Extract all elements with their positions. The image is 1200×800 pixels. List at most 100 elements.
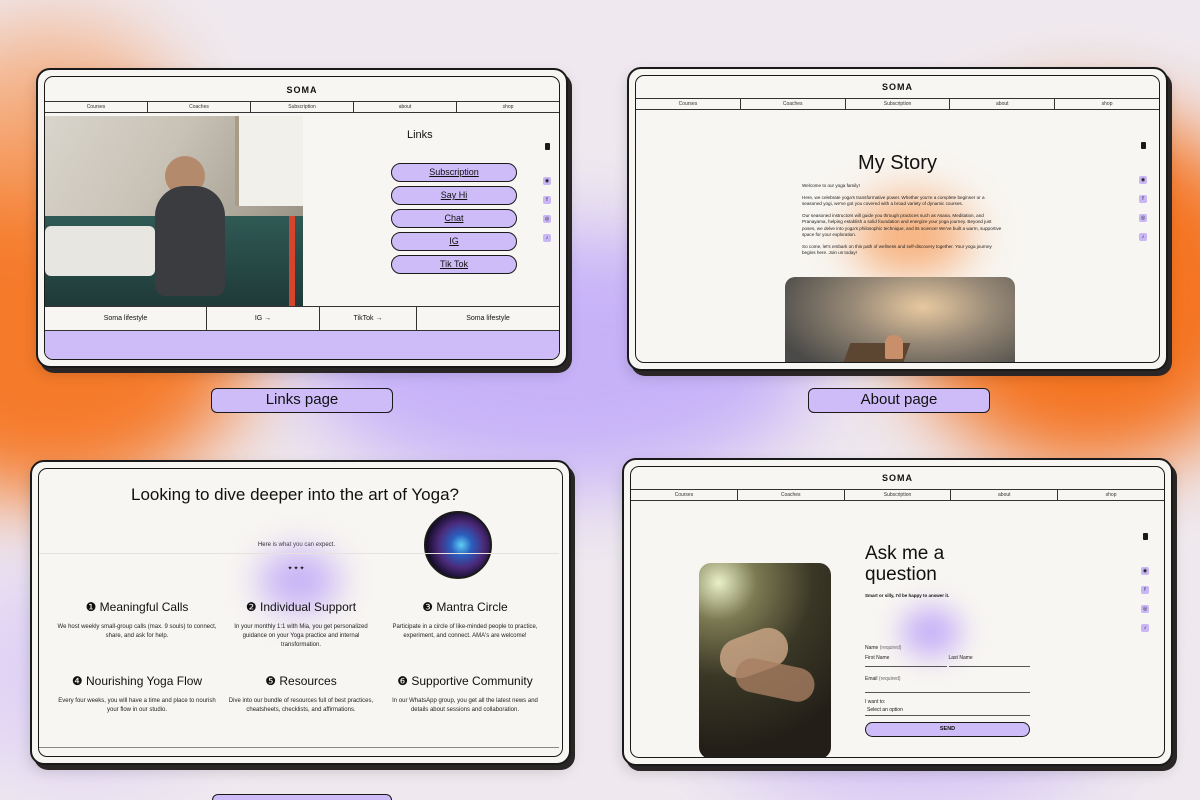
about-paragraph: Here, we celebrate yoga's transformative… — [802, 194, 985, 207]
tiktok-small-icon[interactable]: ♪ — [1139, 233, 1147, 241]
nav-subscription[interactable]: Subscription — [846, 99, 951, 109]
links-button-list: Subscription Say Hi Chat IG Tik Tok — [389, 163, 519, 278]
links-page-card: SOMA Courses Coaches Subscription about … — [36, 68, 568, 368]
hands-photo — [699, 563, 831, 757]
about-page-screen: SOMA Courses Coaches Subscription about … — [635, 75, 1160, 363]
feature-individual-support: ❷ Individual Support In your monthly 1:1… — [223, 600, 379, 650]
social-sidebar: ◉ f ◎ ♪ — [543, 143, 551, 242]
footer-soma-lifestyle-2[interactable]: Soma lifestyle — [417, 307, 559, 330]
feature-text: Every four weeks, you will have a time a… — [58, 698, 216, 713]
third-page-label[interactable] — [212, 794, 392, 800]
about-page-label[interactable]: About page — [808, 388, 990, 413]
pinterest-icon[interactable]: ◉ — [1141, 567, 1149, 575]
links-page-label[interactable]: Links page — [211, 388, 393, 413]
footer-soma-lifestyle[interactable]: Soma lifestyle — [45, 307, 207, 330]
feature-text: Participate in a circle of like-minded p… — [392, 624, 538, 639]
contact-form: Name (required) First Name Last Name Ema… — [865, 645, 1030, 737]
bottom-divider — [39, 747, 559, 748]
brand-logo[interactable]: SOMA — [45, 77, 559, 101]
nav-about[interactable]: about — [951, 490, 1059, 500]
feature-supportive-community: ❻ Supportive Community In our WhatsApp g… — [385, 674, 545, 715]
nav-coaches[interactable]: Coaches — [738, 490, 845, 500]
facebook-icon[interactable]: f — [1141, 586, 1149, 594]
feature-nourishing-yoga-flow: ❹ Nourishing Yoga Flow Every four weeks,… — [57, 674, 217, 715]
email-field[interactable] — [865, 682, 1030, 693]
links-footer: Soma lifestyle IG → TikTok → Soma lifest… — [45, 306, 559, 331]
facebook-icon[interactable]: f — [543, 196, 551, 204]
nav-courses[interactable]: Courses — [631, 490, 738, 500]
feature-title: ❷ Individual Support — [245, 600, 357, 614]
tiktok-icon[interactable] — [1140, 142, 1146, 149]
main-nav: Courses Coaches Subscription about shop — [636, 98, 1159, 110]
tiktok-link-button[interactable]: Tik Tok — [391, 255, 517, 274]
chat-link-button[interactable]: Chat — [391, 209, 517, 228]
feature-resources: ❺ Resources Dive into our bundle of reso… — [223, 674, 379, 715]
name-row: First Name Last Name — [865, 655, 1030, 673]
name-label: Name (required) — [865, 645, 902, 651]
feature-mantra-circle: ❸ Mantra Circle Participate in a circle … — [385, 600, 545, 641]
contact-title-line2: question — [865, 564, 937, 585]
feature-text: In your monthly 1:1 with Mia, you get pe… — [234, 624, 368, 648]
feature-text: We host weekly small-group calls (max. 9… — [57, 624, 217, 639]
feature-title: ❶ Meaningful Calls — [85, 600, 189, 614]
brand-logo[interactable]: SOMA — [636, 76, 1159, 98]
divider-line — [39, 553, 559, 554]
feature-text: In our WhatsApp group, you get all the l… — [392, 698, 538, 713]
instagram-icon[interactable]: ◎ — [543, 215, 551, 223]
links-footer-band — [45, 331, 559, 359]
about-paragraph: Welcome to our yoga family! — [802, 183, 860, 188]
tiktok-small-icon[interactable]: ♪ — [1141, 624, 1149, 632]
dots-ornament: ✦✦✦ — [287, 566, 306, 572]
first-name-field[interactable]: First Name — [865, 655, 947, 673]
nav-about[interactable]: about — [354, 102, 457, 112]
nav-subscription[interactable]: Subscription — [251, 102, 354, 112]
pinterest-icon[interactable]: ◉ — [1139, 176, 1147, 184]
footer-tiktok-link[interactable]: TikTok → — [320, 307, 417, 330]
feature-text: Dive into our bundle of resources full o… — [228, 698, 374, 713]
nav-about[interactable]: about — [950, 99, 1056, 109]
contact-subtitle: Smart or silly, I'd be happy to answer i… — [865, 593, 950, 598]
facebook-icon[interactable]: f — [1139, 195, 1147, 203]
feature-title: ❹ Nourishing Yoga Flow — [71, 674, 203, 688]
last-name-field[interactable]: Last Name — [948, 655, 1030, 673]
features-page-screen: Looking to dive deeper into the art of Y… — [38, 468, 563, 757]
footer-ig-link[interactable]: IG → — [207, 307, 320, 330]
contact-title: Ask me a question — [865, 543, 944, 585]
tiktok-small-icon[interactable]: ♪ — [543, 234, 551, 242]
about-paragraph: Our seasoned instructors will guide you … — [802, 212, 1002, 238]
feature-meaningful-calls: ❶ Meaningful Calls We host weekly small-… — [57, 600, 217, 641]
main-nav: Courses Coaches Subscription about shop — [631, 489, 1164, 501]
nav-courses[interactable]: Courses — [636, 99, 741, 109]
nav-coaches[interactable]: Coaches — [741, 99, 846, 109]
instagram-icon[interactable]: ◎ — [1139, 214, 1147, 222]
pinterest-icon[interactable]: ◉ — [543, 177, 551, 185]
about-text: Welcome to our yoga family! Here, we cel… — [802, 183, 1002, 257]
send-button[interactable]: SEND — [865, 722, 1030, 737]
intent-select[interactable]: Select an option — [865, 705, 1030, 716]
instagram-icon[interactable]: ◎ — [1141, 605, 1149, 613]
say-hi-link-button[interactable]: Say Hi — [391, 186, 517, 205]
about-page-card: SOMA Courses Coaches Subscription about … — [627, 67, 1168, 371]
tiktok-icon[interactable] — [1142, 533, 1148, 540]
tiktok-icon[interactable] — [544, 143, 550, 150]
feature-title: ❻ Supportive Community — [397, 674, 533, 688]
subscription-link-button[interactable]: Subscription — [391, 163, 517, 182]
nav-coaches[interactable]: Coaches — [148, 102, 251, 112]
ig-link-button[interactable]: IG — [391, 232, 517, 251]
nav-courses[interactable]: Courses — [45, 102, 148, 112]
main-nav: Courses Coaches Subscription about shop — [45, 101, 559, 113]
nav-shop[interactable]: shop — [1055, 99, 1159, 109]
contact-page-card: SOMA Courses Coaches Subscription about … — [622, 458, 1173, 766]
nav-subscription[interactable]: Subscription — [845, 490, 952, 500]
feature-title: ❺ Resources — [265, 674, 337, 688]
about-title: My Story — [858, 152, 937, 174]
features-heading: Looking to dive deeper into the art of Y… — [131, 485, 459, 504]
links-page-screen: SOMA Courses Coaches Subscription about … — [44, 76, 560, 360]
features-page-card: Looking to dive deeper into the art of Y… — [30, 460, 571, 765]
nav-shop[interactable]: shop — [1058, 490, 1164, 500]
nav-shop[interactable]: shop — [457, 102, 559, 112]
brand-logo[interactable]: SOMA — [631, 467, 1164, 489]
yoga-photo — [45, 116, 303, 306]
feature-title: ❸ Mantra Circle — [422, 600, 508, 614]
links-title: Links — [407, 129, 433, 141]
